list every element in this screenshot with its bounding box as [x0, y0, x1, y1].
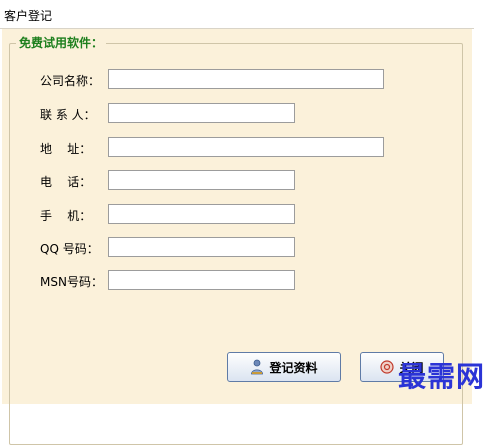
contact-person-input[interactable]: [108, 103, 295, 123]
phone-row: 电 话：: [2, 170, 472, 192]
phone-label: 电 话：: [40, 175, 92, 189]
close-circle-icon: [380, 360, 395, 374]
company-name-label: 公司名称：: [40, 74, 101, 88]
address-input[interactable]: [108, 137, 384, 157]
mobile-label: 手 机：: [40, 209, 92, 223]
company-name-row: 公司名称：: [2, 69, 472, 91]
address-row: 地 址：: [2, 137, 472, 159]
contact-person-row: 联 系 人：: [2, 103, 472, 125]
contact-person-label: 联 系 人：: [40, 108, 96, 122]
msn-number-input[interactable]: [108, 270, 295, 290]
customer-registration-window: 客户登记 免费试用软件： 公司名称： 联 系 人： 地 址： 电 话： 手 机：…: [0, 0, 474, 445]
qq-number-input[interactable]: [108, 237, 295, 257]
msn-number-row: MSN号码：: [2, 270, 472, 292]
register-info-label: 登记资料: [269, 360, 318, 375]
register-info-button[interactable]: 登记资料: [227, 352, 341, 382]
groupbox-legend: 免费试用软件：: [16, 34, 107, 51]
mobile-row: 手 机：: [2, 204, 472, 226]
msn-number-label: MSN号码：: [40, 275, 103, 289]
company-name-input[interactable]: [108, 69, 384, 89]
qq-number-row: QQ 号码：: [2, 237, 472, 259]
title-bar[interactable]: 客户登记: [0, 0, 474, 29]
site-watermark: 最需网: [398, 360, 486, 393]
qq-number-label: QQ 号码：: [40, 242, 99, 256]
phone-input[interactable]: [108, 170, 295, 190]
mobile-input[interactable]: [108, 204, 295, 224]
window-title: 客户登记: [4, 9, 53, 23]
user-register-icon: [250, 359, 264, 375]
address-label: 地 址：: [40, 142, 92, 156]
client-area: 免费试用软件： 公司名称： 联 系 人： 地 址： 电 话： 手 机： QQ 号…: [2, 29, 472, 445]
